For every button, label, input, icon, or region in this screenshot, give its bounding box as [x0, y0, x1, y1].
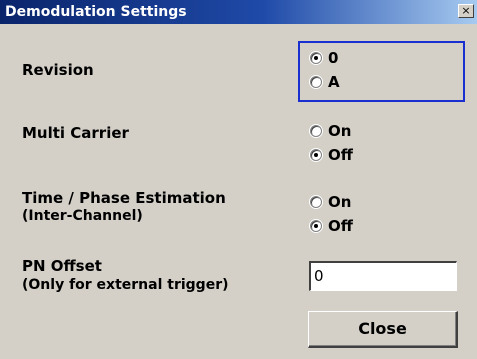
- multi-carrier-label: Multi Carrier: [22, 124, 129, 142]
- pn-offset-label: PN Offset: [22, 257, 102, 275]
- radio-button[interactable]: [310, 149, 322, 161]
- radio-button[interactable]: [310, 125, 322, 137]
- multi-carrier-option-off[interactable]: Off: [310, 145, 353, 165]
- radio-label: A: [328, 73, 340, 91]
- time-phase-estimation-label: Time / Phase Estimation: [22, 189, 226, 207]
- radio-button[interactable]: [310, 52, 322, 64]
- window-title: Demodulation Settings: [5, 4, 187, 20]
- revision-option-a[interactable]: A: [310, 72, 340, 92]
- revision-option-0[interactable]: 0: [310, 48, 338, 68]
- multi-carrier-option-on[interactable]: On: [310, 121, 351, 141]
- radio-label: 0: [328, 49, 339, 67]
- time-phase-option-off[interactable]: Off: [310, 216, 353, 236]
- time-phase-option-on[interactable]: On: [310, 192, 351, 212]
- radio-label: Off: [328, 217, 353, 235]
- radio-label: Off: [328, 146, 353, 164]
- radio-button[interactable]: [310, 76, 322, 88]
- radio-label: On: [328, 122, 352, 140]
- close-icon[interactable]: ×: [458, 4, 474, 18]
- time-phase-estimation-sublabel: (Inter-Channel): [22, 208, 143, 224]
- radio-button[interactable]: [310, 220, 322, 232]
- radio-label: On: [328, 193, 352, 211]
- demodulation-settings-dialog: Demodulation Settings × Revision 0 A Mul…: [0, 0, 477, 359]
- pn-offset-sublabel: (Only for external trigger): [22, 277, 229, 293]
- pn-offset-input[interactable]: 0: [309, 261, 457, 291]
- close-button[interactable]: Close: [308, 311, 458, 348]
- radio-button[interactable]: [310, 196, 322, 208]
- title-bar[interactable]: Demodulation Settings ×: [0, 0, 477, 24]
- revision-label: Revision: [22, 61, 94, 79]
